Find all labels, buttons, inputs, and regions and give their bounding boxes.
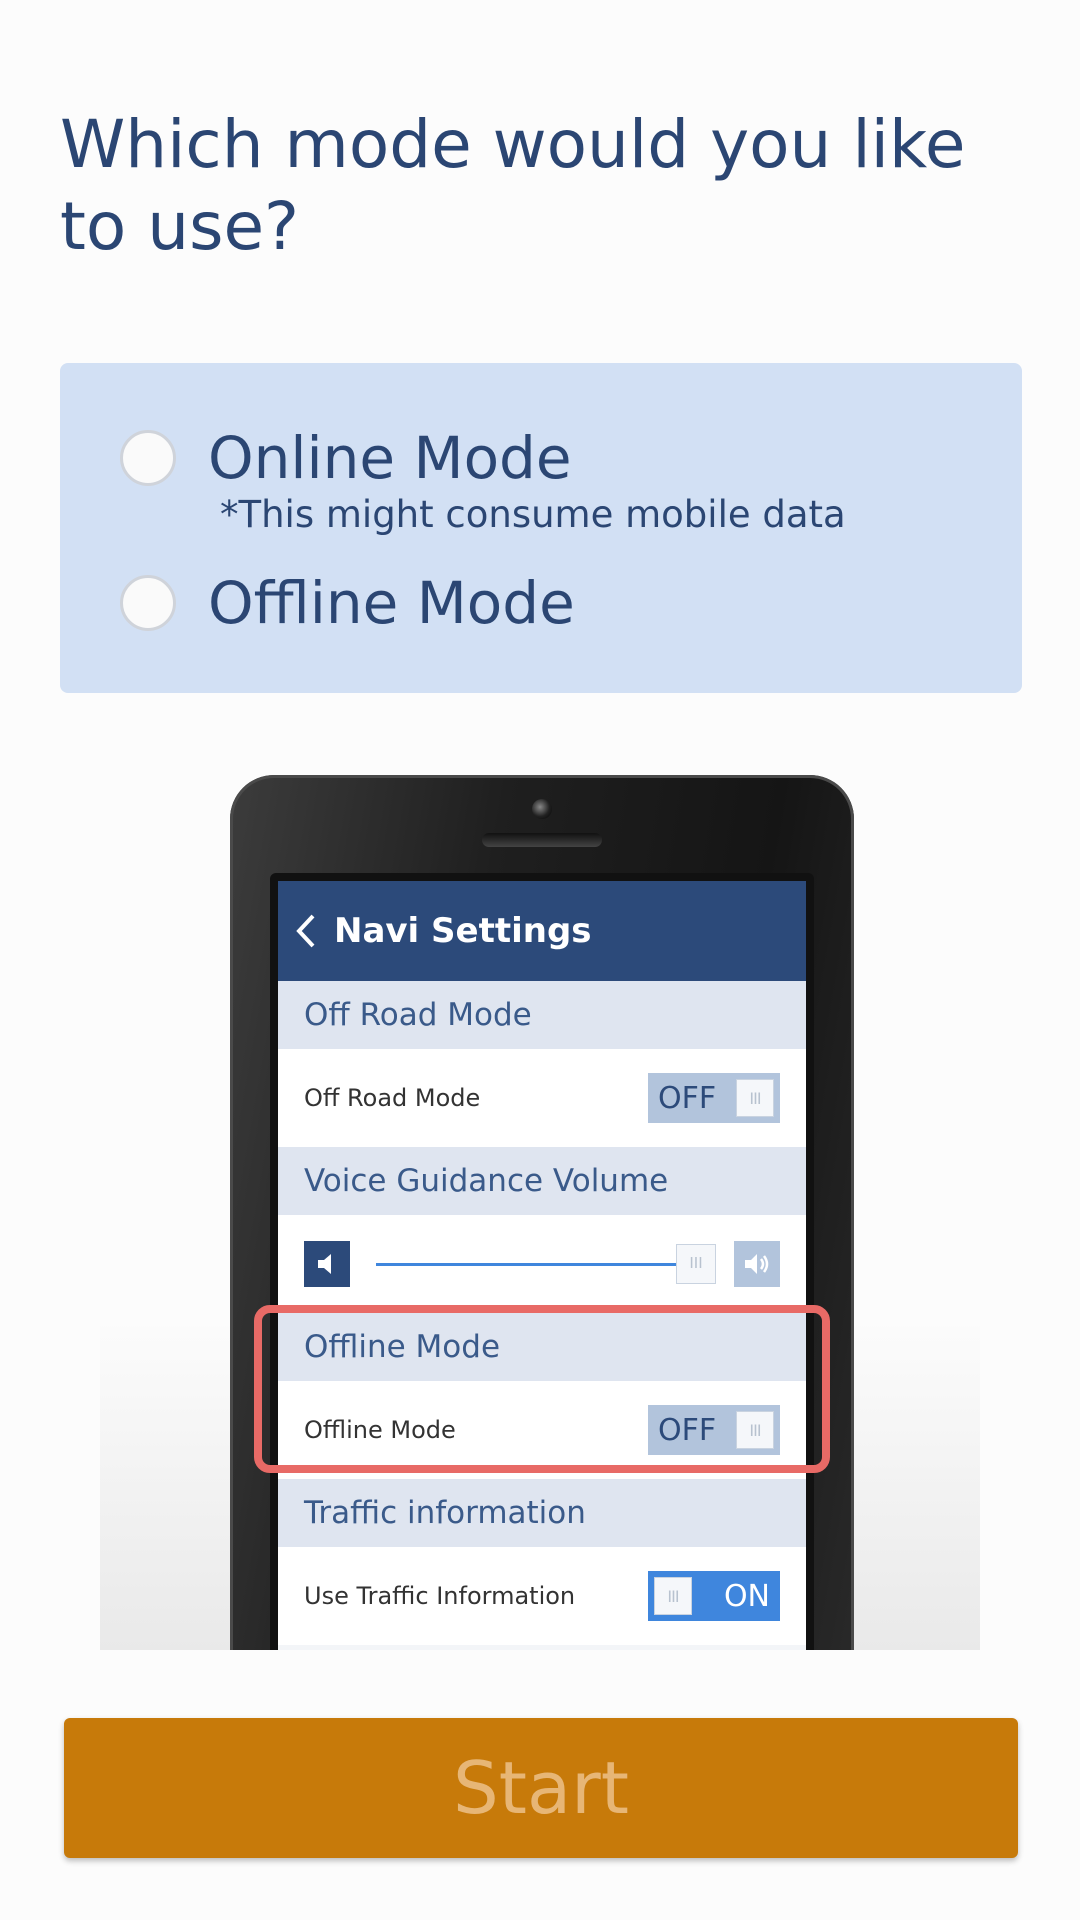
toggle-thumb: III (736, 1079, 774, 1117)
online-mode-label: Online Mode (208, 424, 572, 492)
phone-frame: Navi Settings Off Road Mode Off Road Mod… (230, 775, 854, 1650)
off-road-label: Off Road Mode (304, 1084, 481, 1112)
online-mode-option[interactable]: Online Mode (120, 423, 572, 493)
offline-mode-radio[interactable] (120, 575, 176, 631)
camera-icon (532, 799, 552, 819)
off-road-toggle-text: OFF (658, 1080, 717, 1116)
page-title: Which mode would you like to use? (60, 106, 966, 265)
volume-row: III (278, 1215, 806, 1313)
online-mode-radio[interactable] (120, 430, 176, 486)
chevron-left-icon (278, 913, 334, 949)
traffic-row: Use Traffic Information III ON (278, 1547, 806, 1645)
traffic-toggle-text: ON (723, 1578, 770, 1614)
volume-high-icon (734, 1241, 780, 1287)
off-road-toggle: OFF III (648, 1073, 780, 1123)
section-voice: Voice Guidance Volume (278, 1147, 806, 1215)
section-traffic: Traffic information (278, 1479, 806, 1547)
volume-slider-fill (376, 1263, 676, 1266)
offline-mode-label: Offline Mode (208, 569, 575, 637)
navi-settings-header: Navi Settings (278, 881, 806, 981)
volume-low-icon (304, 1241, 350, 1287)
offline-mode-option[interactable]: Offline Mode (120, 568, 575, 638)
online-mode-note: *This might consume mobile data (220, 493, 846, 536)
traffic-label: Use Traffic Information (304, 1582, 576, 1610)
mode-selection-panel: Online Mode *This might consume mobile d… (60, 363, 1022, 693)
toggle-thumb: III (654, 1577, 692, 1615)
volume-slider: III (376, 1241, 716, 1287)
traffic-toggle: III ON (648, 1571, 780, 1621)
speaker-grille (482, 833, 602, 847)
phone-screen: Navi Settings Off Road Mode Off Road Mod… (270, 873, 814, 1650)
phone-illustration: Navi Settings Off Road Mode Off Road Mod… (100, 770, 980, 1650)
offline-mode-highlight (254, 1305, 830, 1473)
start-button[interactable]: Start (64, 1718, 1018, 1858)
section-off-road: Off Road Mode (278, 981, 806, 1049)
off-road-row: Off Road Mode OFF III (278, 1049, 806, 1147)
navi-settings-title: Navi Settings (334, 911, 592, 951)
volume-slider-thumb: III (676, 1244, 716, 1284)
